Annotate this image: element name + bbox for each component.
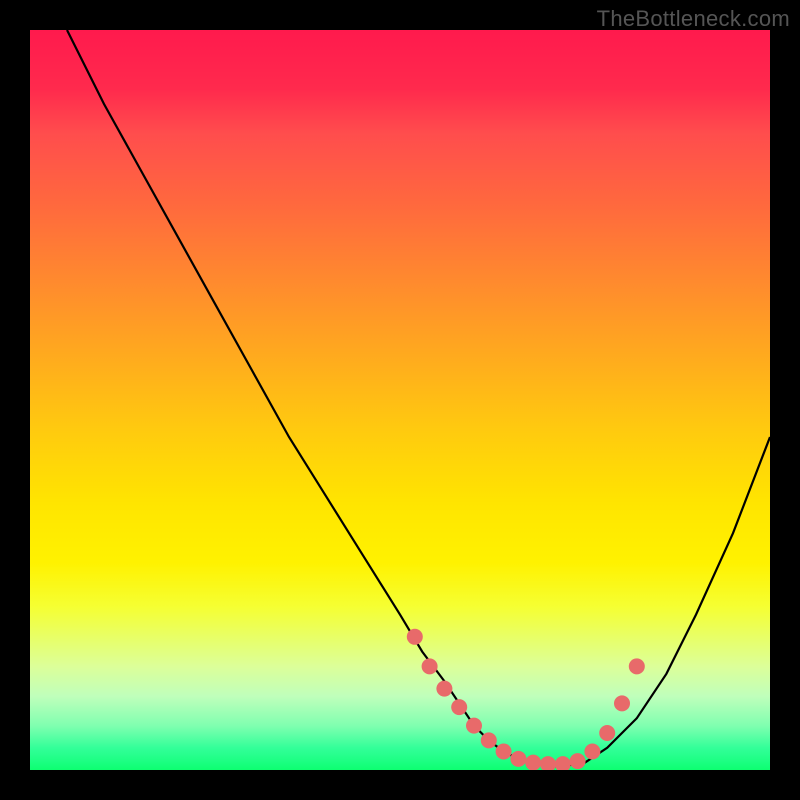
fit-marker	[481, 732, 497, 748]
fit-markers	[407, 629, 645, 770]
fit-marker	[584, 744, 600, 760]
fit-marker	[407, 629, 423, 645]
fit-marker	[451, 699, 467, 715]
curve-line	[67, 30, 770, 766]
chart-svg	[30, 30, 770, 770]
fit-marker	[555, 756, 571, 770]
chart-container: TheBottleneck.com	[0, 0, 800, 800]
fit-marker	[436, 681, 452, 697]
curve-path	[67, 30, 770, 766]
watermark-text: TheBottleneck.com	[597, 6, 790, 32]
fit-marker	[466, 718, 482, 734]
fit-marker	[599, 725, 615, 741]
fit-marker	[510, 751, 526, 767]
fit-marker	[525, 755, 541, 770]
fit-marker	[496, 744, 512, 760]
fit-marker	[570, 753, 586, 769]
fit-marker	[614, 695, 630, 711]
fit-marker	[540, 756, 556, 770]
fit-marker	[422, 658, 438, 674]
fit-marker	[629, 658, 645, 674]
plot-area	[30, 30, 770, 770]
